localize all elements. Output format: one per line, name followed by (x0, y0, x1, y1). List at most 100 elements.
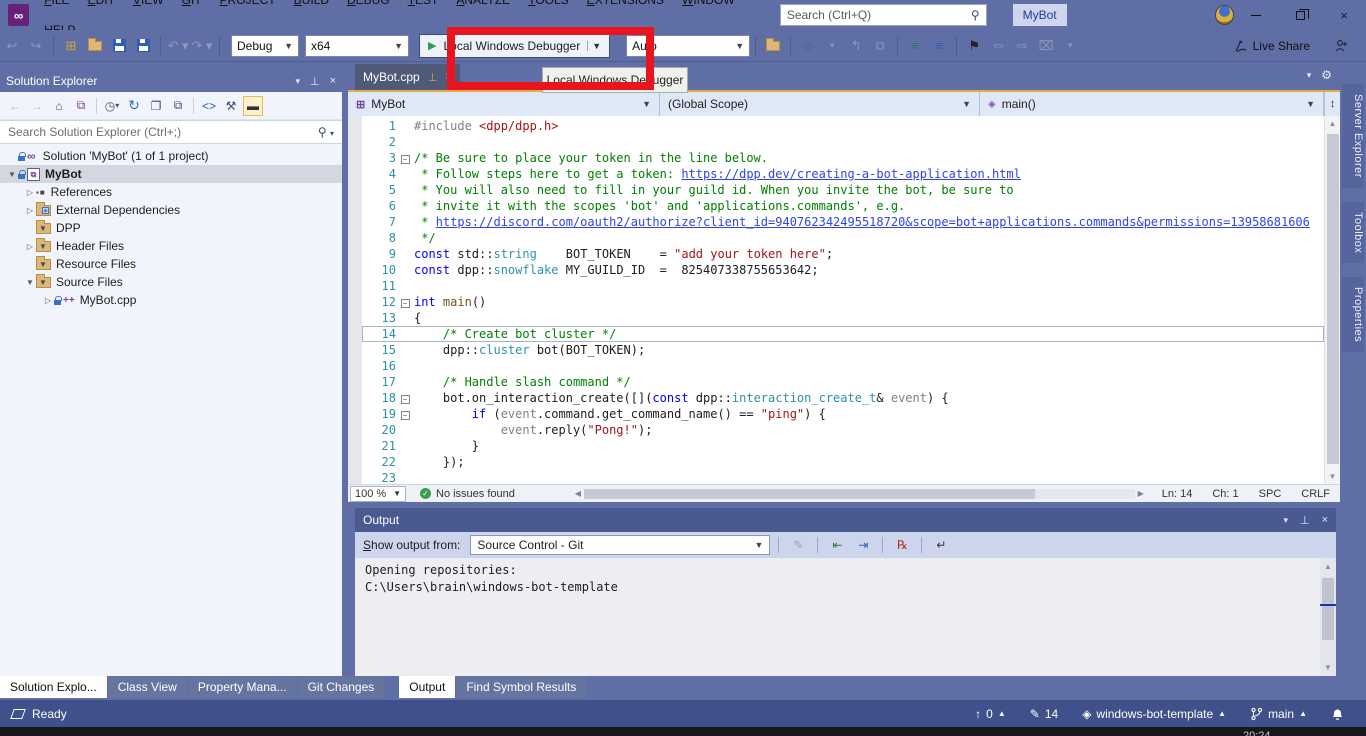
previous-bookmark-icon[interactable]: ⇦ (987, 35, 1009, 57)
document-tab-mybot-cpp[interactable]: MyBot.cpp ⊥ × (355, 64, 460, 90)
side-tab-server-explorer[interactable]: Server Explorer (1342, 84, 1364, 188)
side-tab-toolbox[interactable]: Toolbox (1342, 202, 1364, 263)
quick-search-box[interactable]: ⚲ (780, 4, 987, 26)
minimize-button[interactable] (1234, 0, 1278, 30)
add-account-icon[interactable] (1330, 35, 1352, 57)
panel-tab-git-changes[interactable]: Git Changes (298, 676, 385, 698)
tree-item-header-files[interactable]: ▷▼Header Files (0, 237, 342, 255)
menu-project[interactable]: PROJECT (211, 0, 285, 15)
search-input[interactable] (787, 8, 971, 22)
save-all-icon[interactable] (132, 35, 154, 57)
menu-tools[interactable]: TOOLS (519, 0, 577, 15)
window-position-icon[interactable]: ▾ (1283, 515, 1288, 526)
code-line-13[interactable]: 13{ (362, 310, 1324, 326)
solution-platform-combo[interactable]: x64▼ (305, 35, 409, 57)
toolbar-overflow-icon[interactable]: ▾ (1059, 35, 1081, 57)
project-dropdown[interactable]: ⊞ MyBot ▼ (348, 92, 660, 116)
menu-edit[interactable]: EDIT (79, 0, 124, 15)
code-line-16[interactable]: 16 (362, 358, 1324, 374)
indent-increase-icon[interactable]: ≡ (928, 35, 950, 57)
bookmark-icon[interactable]: ⚑ (963, 35, 985, 57)
scrollbar-thumb[interactable] (584, 489, 1035, 499)
fold-marker-icon[interactable]: − (396, 151, 414, 165)
copy-icon[interactable]: ⧉ (869, 35, 891, 57)
find-message-icon[interactable]: ✎ (787, 535, 809, 555)
clear-bookmarks-icon[interactable]: ⌧ (1035, 35, 1057, 57)
new-project-icon[interactable]: ⊞ (60, 35, 82, 57)
panel-tab-class-view[interactable]: Class View (108, 676, 187, 698)
repository-button[interactable]: ◈ windows-bot-template ▲ (1074, 700, 1234, 727)
branch-button[interactable]: main ▲ (1242, 700, 1315, 727)
find-in-files-icon[interactable] (762, 35, 784, 57)
output-vertical-scrollbar[interactable]: ▲ ▼ (1320, 558, 1336, 676)
show-all-files-icon[interactable]: <> (199, 96, 219, 116)
redo-icon[interactable]: ↷ ▾ (191, 35, 213, 57)
navigate-back-icon[interactable]: ↩ (1, 35, 23, 57)
scrollbar-thumb[interactable] (1327, 134, 1339, 464)
navigate-forward-icon[interactable]: ↪ (25, 35, 47, 57)
code-line-18[interactable]: 18− bot.on_interaction_create([](const d… (362, 390, 1324, 406)
menu-build[interactable]: BUILD (285, 0, 338, 15)
output-content[interactable]: Opening repositories:C:\Users\brain\wind… (355, 558, 1336, 676)
split-window-handle[interactable]: ↕ (1324, 92, 1340, 116)
code-line-19[interactable]: 19− if (event.command.get_command_name()… (362, 406, 1324, 422)
restore-button[interactable] (1278, 0, 1322, 30)
tree-item-resource-files[interactable]: ▼Resource Files (0, 255, 342, 273)
collapse-all-icon[interactable]: ⧉ (168, 96, 188, 116)
pin-icon[interactable]: ⊥ (310, 75, 320, 88)
tree-item-dpp[interactable]: ▼DPP (0, 219, 342, 237)
code-line-8[interactable]: 8 */ (362, 230, 1324, 246)
scroll-up-icon[interactable]: ▲ (1320, 562, 1336, 571)
fold-marker-icon[interactable]: − (396, 407, 414, 421)
indent-decrease-icon[interactable]: ≡ (904, 35, 926, 57)
panel-tab-output[interactable]: Output (399, 676, 455, 698)
code-line-21[interactable]: 21 } (362, 438, 1324, 454)
scope-dropdown[interactable]: (Global Scope) ▼ (660, 92, 980, 116)
search-icon[interactable]: ⚲ ▾ (318, 125, 334, 139)
open-file-icon[interactable] (84, 35, 106, 57)
code-line-10[interactable]: 10const dpp::snowflake MY_GUILD_ID = 825… (362, 262, 1324, 278)
code-editor[interactable]: 1#include <dpp/dpp.h>23−/* Be sure to pl… (348, 116, 1340, 484)
close-icon[interactable]: × (1322, 514, 1328, 526)
menu-window[interactable]: WINDOW (673, 0, 744, 15)
clear-all-icon[interactable]: ℞ (891, 535, 913, 555)
breakpoint-margin[interactable] (348, 116, 362, 484)
expander-icon[interactable]: ▼ (24, 278, 36, 287)
code-link[interactable]: https://discord.com/oauth2/authorize?cli… (436, 215, 1310, 229)
menu-view[interactable]: VIEW (124, 0, 173, 15)
expander-icon[interactable]: ▷ (42, 296, 54, 305)
tree-item-source-files[interactable]: ▼▼Source Files (0, 273, 342, 291)
undo-icon[interactable]: ↶ ▾ (167, 35, 189, 57)
outgoing-commits-button[interactable]: ↑ 0 ▲ (967, 700, 1014, 727)
solution-configuration-combo[interactable]: Debug▼ (231, 35, 299, 57)
code-line-12[interactable]: 12−int main() (362, 294, 1324, 310)
output-panel-header[interactable]: Output ▾ ⊥ × (355, 508, 1336, 532)
menu-test[interactable]: TEST (399, 0, 448, 15)
code-line-22[interactable]: 22 }); (362, 454, 1324, 470)
fold-marker-icon[interactable]: − (396, 391, 414, 405)
unsaved-changes-button[interactable]: ✎ 14 (1022, 700, 1066, 727)
code-line-7[interactable]: 7 * https://discord.com/oauth2/authorize… (362, 214, 1324, 230)
menu-analyze[interactable]: ANALYZE (447, 0, 519, 15)
scroll-down-icon[interactable]: ▼ (1320, 663, 1336, 672)
overflow-chevron-icon[interactable]: ▾ (821, 35, 843, 57)
code-line-15[interactable]: 15 dpp::cluster bot(BOT_TOKEN); (362, 342, 1324, 358)
save-icon[interactable] (108, 35, 130, 57)
switch-views-icon[interactable]: ⧉ (71, 96, 91, 116)
code-line-23[interactable]: 23 (362, 470, 1324, 484)
preview-selected-items-icon[interactable]: ▬ (243, 96, 263, 116)
window-position-icon[interactable]: ▾ (295, 76, 300, 87)
issues-indicator[interactable]: ✓ No issues found (420, 488, 515, 500)
code-line-14[interactable]: 14 /* Create bot cluster */ (362, 326, 1324, 342)
code-line-17[interactable]: 17 /* Handle slash command */ (362, 374, 1324, 390)
panel-tab-solution-explo-[interactable]: Solution Explo... (0, 676, 107, 698)
solution-explorer-header[interactable]: Solution Explorer ▾ ⊥ × (0, 70, 342, 92)
next-bookmark-icon[interactable]: ⇨ (1011, 35, 1033, 57)
tab-list-chevron-icon[interactable]: ▾ (1307, 70, 1312, 81)
menu-file[interactable]: FILE (35, 0, 78, 15)
expander-icon[interactable]: ▷ (24, 188, 36, 197)
code-line-5[interactable]: 5 * You will also need to fill in your g… (362, 182, 1324, 198)
expander-icon[interactable]: ▷ (24, 242, 36, 251)
gear-icon[interactable]: ⚙ (1321, 68, 1332, 82)
forward-icon[interactable]: → (27, 96, 47, 116)
